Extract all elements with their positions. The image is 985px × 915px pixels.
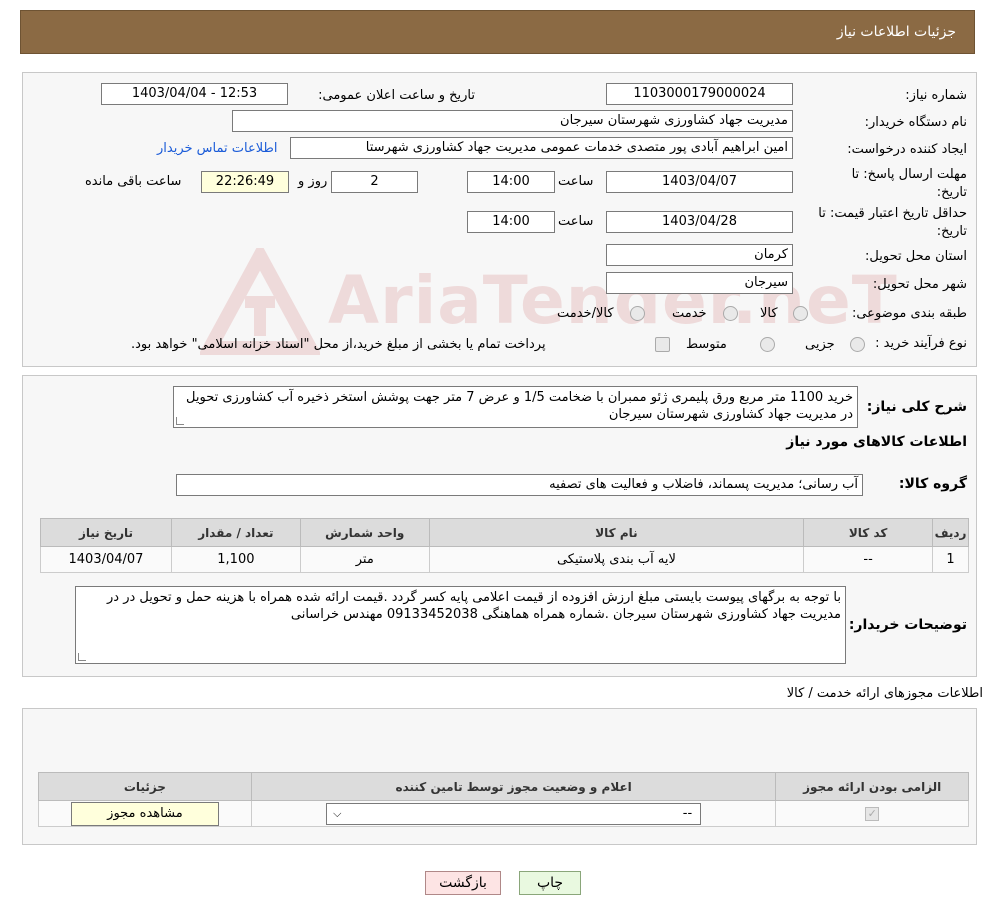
validity-time-field: 14:00 xyxy=(467,211,555,233)
col-permit-required: الزامی بودن ارائه مجوز xyxy=(775,772,969,801)
chevron-down-icon: ⌵ xyxy=(333,806,342,820)
province-field: کرمان xyxy=(606,244,793,266)
need-number-label: شماره نیاز: xyxy=(905,88,967,103)
back-button[interactable]: بازگشت xyxy=(425,871,501,895)
category-radio-goods[interactable] xyxy=(793,306,808,321)
announce-field: 1403/04/04 - 12:53 xyxy=(101,83,288,105)
process-label: نوع فرآیند خرید : xyxy=(875,336,967,351)
validity-date-field: 1403/04/28 xyxy=(606,211,793,233)
validity-label-2: تاریخ: xyxy=(936,224,967,239)
col-unit: واحد شمارش xyxy=(299,518,430,547)
buyer-notes-textarea: با توجه به برگهای پیوست بایستی مبلغ ارزش… xyxy=(75,586,846,664)
days-label: روز و xyxy=(298,174,328,189)
permit-required-checkbox[interactable]: ✓ xyxy=(865,806,880,821)
need-number-field: 1103000179000024 xyxy=(606,83,793,105)
deadline-time-label: ساعت xyxy=(558,174,594,189)
print-button[interactable]: چاپ xyxy=(519,871,581,895)
deadline-date-field: 1403/04/07 xyxy=(606,171,793,193)
process-note: پرداخت تمام یا بخشی از مبلغ خرید،از محل … xyxy=(131,337,546,352)
city-label: شهر محل تحویل: xyxy=(872,277,967,292)
buyer-notes-text: با توجه به برگهای پیوست بایستی مبلغ ارزش… xyxy=(107,590,841,622)
cell-qty: 1,100 xyxy=(170,546,301,573)
buyer-org-field: مدیریت جهاد کشاورزی شهرستان سیرجان xyxy=(232,110,793,132)
requester-field: امین ابراهیم آبادی پور متصدی خدمات عمومی… xyxy=(290,137,793,159)
process-radio-medium[interactable] xyxy=(760,337,775,352)
col-row: ردیف xyxy=(932,518,969,547)
page-header: جزئیات اطلاعات نیاز xyxy=(20,10,975,54)
permit-status-value: -- xyxy=(682,805,693,821)
buyer-org-label: نام دستگاه خریدار: xyxy=(864,115,967,130)
category-radio-goods-service[interactable] xyxy=(630,306,645,321)
requester-label: ایجاد کننده درخواست: xyxy=(847,142,967,157)
buyer-contact-link[interactable]: اطلاعات تماس خریدار xyxy=(157,141,277,156)
process-option-medium: متوسط xyxy=(686,337,727,352)
validity-time-label: ساعت xyxy=(558,214,594,229)
resize-grip-icon[interactable] xyxy=(176,417,184,425)
deadline-label-2: تاریخ: xyxy=(936,185,967,200)
permits-section-title: اطلاعات مجوزهای ارائه خدمت / کالا xyxy=(786,686,983,701)
permit-required-cell: ✓ xyxy=(775,800,969,827)
deadline-time-field: 14:00 xyxy=(467,171,555,193)
category-option-goods-service: کالا/خدمت xyxy=(557,306,614,321)
cell-unit: متر xyxy=(299,546,430,573)
permit-details-cell: مشاهده مجوز xyxy=(38,800,252,827)
goods-group-label: گروه کالا: xyxy=(898,476,967,492)
resize-grip-icon[interactable] xyxy=(78,653,86,661)
col-permit-status: اعلام و وضعیت مجوز توسط تامین کننده xyxy=(250,772,777,801)
permits-table-header: الزامی بودن ارائه مجوز اعلام و وضعیت مجو… xyxy=(38,772,969,801)
announce-label: تاریخ و ساعت اعلان عمومی: xyxy=(318,88,475,103)
description-label: شرح کلی نیاز: xyxy=(866,399,967,415)
city-field: سیرجان xyxy=(606,272,793,294)
days-field: 2 xyxy=(331,171,418,193)
buyer-notes-label: توضیحات خریدار: xyxy=(848,617,967,633)
permits-table: الزامی بودن ارائه مجوز اعلام و وضعیت مجو… xyxy=(38,772,969,827)
treasury-checkbox[interactable] xyxy=(655,337,670,352)
process-radio-minor[interactable] xyxy=(850,337,865,352)
permit-status-select[interactable]: -- ⌵ xyxy=(326,802,702,825)
col-name: نام کالا xyxy=(428,518,805,547)
page-title: جزئیات اطلاعات نیاز xyxy=(836,24,956,40)
view-permit-button[interactable]: مشاهده مجوز xyxy=(70,801,219,826)
description-text: خرید 1100 متر مربع ورق پلیمری ژئو ممبران… xyxy=(186,390,853,422)
cell-date: 1403/04/07 xyxy=(40,546,172,573)
goods-table: ردیف کد کالا نام کالا واحد شمارش تعداد /… xyxy=(40,518,969,573)
category-radio-service[interactable] xyxy=(723,306,738,321)
cell-code: -- xyxy=(803,546,934,573)
table-row: 1 -- لایه آب بندی پلاستیکی متر 1,100 140… xyxy=(40,546,969,573)
cell-row: 1 xyxy=(932,546,969,573)
description-textarea: خرید 1100 متر مربع ورق پلیمری ژئو ممبران… xyxy=(173,386,858,428)
province-label: استان محل تحویل: xyxy=(865,249,967,264)
goods-group-field: آب رسانی؛ مدیریت پسماند، فاضلاب و فعالیت… xyxy=(176,474,863,496)
cell-name: لایه آب بندی پلاستیکی xyxy=(428,546,805,573)
category-option-goods: کالا xyxy=(760,306,778,321)
category-label: طبقه بندی موضوعی: xyxy=(851,306,967,321)
col-permit-details: جزئیات xyxy=(38,772,252,801)
col-qty: تعداد / مقدار xyxy=(170,518,301,547)
col-code: کد کالا xyxy=(803,518,934,547)
category-option-service: خدمت xyxy=(672,306,707,321)
permit-status-cell: -- ⌵ xyxy=(250,800,777,827)
table-row: ✓ -- ⌵ مشاهده مجوز xyxy=(38,800,969,827)
goods-table-header: ردیف کد کالا نام کالا واحد شمارش تعداد /… xyxy=(40,518,969,547)
validity-label: حداقل تاریخ اعتبار قیمت: تا xyxy=(818,206,967,221)
goods-section-title: اطلاعات کالاهای مورد نیاز xyxy=(786,434,967,450)
remaining-time-field: 22:26:49 xyxy=(201,171,289,193)
process-option-minor: جزیی xyxy=(805,337,835,352)
col-date: تاریخ نیاز xyxy=(40,518,172,547)
remaining-label: ساعت باقی مانده xyxy=(85,174,182,189)
deadline-label: مهلت ارسال پاسخ: تا xyxy=(851,167,967,182)
